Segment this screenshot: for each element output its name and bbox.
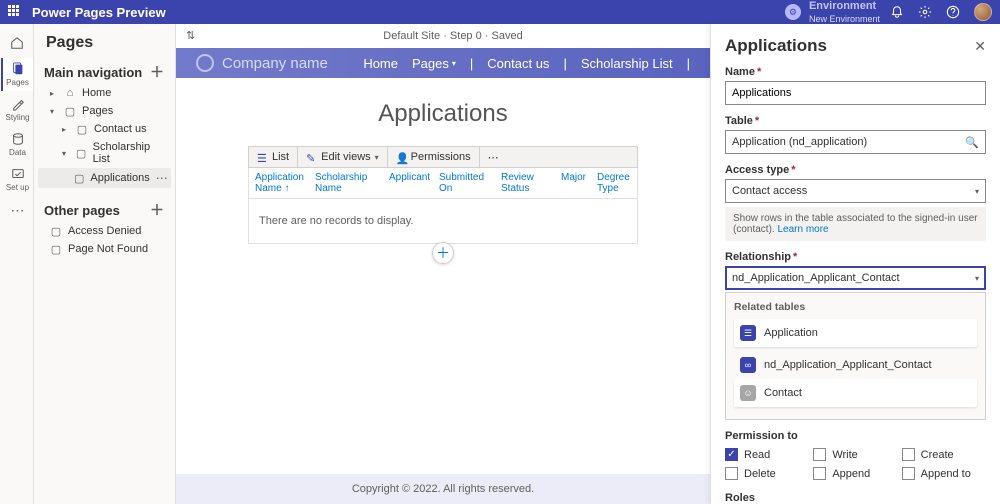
name-label: Name: [725, 66, 755, 78]
permissions-panel: Applications ✕ Name* Table* Application …: [710, 24, 1000, 504]
settings-icon[interactable]: [918, 5, 932, 19]
tree-applications[interactable]: ▢Applications⋯: [38, 168, 171, 188]
tree-scholarship[interactable]: ▾▢Scholarship List: [38, 138, 171, 168]
perm-read[interactable]: ✓Read: [725, 448, 809, 461]
help-icon[interactable]: [946, 5, 960, 19]
learn-more-link[interactable]: Learn more: [777, 224, 828, 235]
relationship-select[interactable]: nd_Application_Applicant_Contact▾: [725, 266, 986, 290]
relationship-icon: ∞: [740, 357, 756, 373]
rail-more-icon[interactable]: ⋯: [1, 198, 33, 223]
chevron-down-icon: ▾: [975, 274, 979, 283]
site-preview-header: Company name Home Pages▾ | Contact us | …: [176, 48, 710, 78]
perm-appendto[interactable]: Append to: [902, 467, 986, 480]
checkbox-icon: [725, 467, 738, 480]
tree-home[interactable]: ▸⌂Home: [38, 84, 171, 102]
col-major[interactable]: Major: [555, 168, 591, 198]
tree-access-denied[interactable]: ▢Access Denied: [38, 222, 171, 240]
canvas: ⇅ Default Site · Step 0 · Saved Company …: [176, 24, 710, 504]
col-submitted[interactable]: Submitted On: [433, 168, 495, 198]
col-applicant[interactable]: Applicant: [383, 168, 433, 198]
left-rail: Pages Styling Data Set up ⋯: [0, 24, 34, 504]
list-toolbar: ☰List ✎Edit views ▾ 👤Permissions ⋯: [248, 146, 638, 168]
notifications-icon[interactable]: [890, 5, 904, 19]
table-label: Table: [725, 115, 753, 127]
rail-setup[interactable]: Set up: [1, 163, 33, 196]
product-title: Power Pages Preview: [32, 5, 166, 20]
tree-not-found[interactable]: ▢Page Not Found: [38, 240, 171, 258]
relationship-label: Relationship: [725, 251, 791, 263]
site-footer: Copyright © 2022. All rights reserved.: [176, 474, 710, 504]
perm-write[interactable]: Write: [813, 448, 897, 461]
related-application[interactable]: ☰Application: [734, 319, 977, 347]
access-type-select[interactable]: Contact access▾: [725, 179, 986, 203]
environment-picker[interactable]: Environment New Environment: [809, 0, 880, 25]
add-section-button[interactable]: ＋: [432, 242, 454, 264]
swap-icon[interactable]: ⇅: [186, 29, 200, 43]
col-application-name[interactable]: Application Name ↑: [249, 168, 309, 198]
panel-title: Applications: [725, 36, 827, 56]
name-input[interactable]: [725, 81, 986, 105]
chevron-down-icon: ▾: [452, 59, 456, 68]
checkbox-icon: [902, 467, 915, 480]
site-nav-scholarship[interactable]: Scholarship List: [581, 56, 673, 71]
page-title: Applications: [176, 78, 710, 146]
list-mode-button[interactable]: ☰List: [249, 147, 298, 167]
relationship-dropdown: Related tables ☰Application ∞nd_Applicat…: [725, 292, 986, 420]
related-contact[interactable]: ☺Contact: [734, 379, 977, 407]
tree-contact[interactable]: ▸▢Contact us: [38, 120, 171, 138]
brand-logo-icon: [196, 54, 214, 72]
brand-name: Company name: [222, 55, 328, 72]
add-other-page-icon[interactable]: ＋: [149, 202, 165, 218]
checkbox-icon: [902, 448, 915, 461]
app-launcher-icon[interactable]: [8, 5, 22, 19]
tree-item-more-icon[interactable]: ⋯: [156, 171, 169, 185]
contact-icon: ☺: [740, 385, 756, 401]
rail-data[interactable]: Data: [1, 128, 33, 161]
access-type-info: Show rows in the table associated to the…: [725, 207, 986, 241]
permissions-button[interactable]: 👤Permissions: [388, 147, 480, 167]
rail-home-icon[interactable]: [1, 30, 33, 56]
checkbox-icon: [813, 448, 826, 461]
global-header: Power Pages Preview ⚙ Environment New En…: [0, 0, 1000, 24]
environment-badge-icon[interactable]: ⚙: [785, 4, 801, 20]
permission-to-label: Permission to: [725, 430, 798, 442]
related-relationship[interactable]: ∞nd_Application_Applicant_Contact: [734, 351, 977, 379]
col-scholarship-name[interactable]: Scholarship Name: [309, 168, 383, 198]
checkbox-icon: [813, 467, 826, 480]
roles-label: Roles: [725, 492, 986, 504]
save-status: Saved: [492, 30, 523, 42]
perm-delete[interactable]: Delete: [725, 467, 809, 480]
tree-pages[interactable]: ▾▢Pages: [38, 102, 171, 120]
empty-state: There are no records to display.: [248, 199, 638, 244]
breadcrumb-site: Default Site: [383, 30, 440, 42]
chevron-down-icon: ▾: [975, 187, 979, 196]
edit-views-button[interactable]: ✎Edit views ▾: [298, 147, 388, 167]
site-nav-contact[interactable]: Contact us: [487, 56, 549, 71]
perm-append[interactable]: Append: [813, 467, 897, 480]
toolbar-more-icon[interactable]: ⋯: [480, 147, 507, 167]
related-tables-heading: Related tables: [734, 301, 977, 313]
checkbox-checked-icon: ✓: [725, 448, 738, 461]
search-icon: 🔍: [965, 136, 979, 149]
other-pages-heading: Other pages ＋: [34, 198, 175, 222]
user-avatar[interactable]: [974, 3, 992, 21]
breadcrumb-step: Step 0: [450, 30, 482, 42]
page-navigator: Pages Main navigation ＋ ▸⌂Home ▾▢Pages ▸…: [34, 24, 176, 504]
main-nav-heading: Main navigation ＋: [34, 60, 175, 84]
close-panel-icon[interactable]: ✕: [974, 38, 986, 55]
list-header-row: Application Name ↑ Scholarship Name Appl…: [248, 168, 638, 199]
col-review[interactable]: Review Status: [495, 168, 555, 198]
nav-title: Pages: [34, 30, 175, 60]
table-select[interactable]: Application (nd_application)🔍: [725, 130, 986, 154]
chevron-down-icon: ▾: [375, 153, 379, 162]
col-degree[interactable]: Degree Type: [591, 168, 635, 198]
site-nav-home[interactable]: Home: [363, 56, 398, 71]
perm-create[interactable]: Create: [902, 448, 986, 461]
rail-pages[interactable]: Pages: [1, 58, 33, 91]
access-type-label: Access type: [725, 164, 789, 176]
rail-styling[interactable]: Styling: [1, 93, 33, 126]
add-main-page-icon[interactable]: ＋: [149, 64, 165, 80]
table-icon: ☰: [740, 325, 756, 341]
site-nav-pages[interactable]: Pages▾: [412, 56, 456, 71]
